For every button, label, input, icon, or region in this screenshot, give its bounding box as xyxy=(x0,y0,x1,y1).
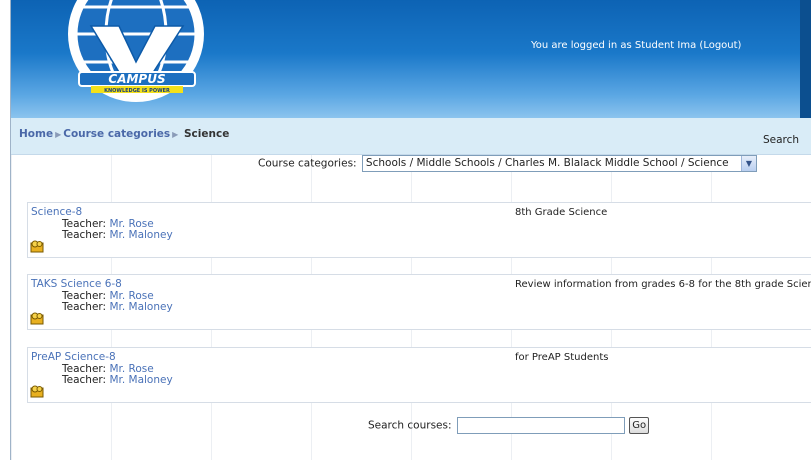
category-select[interactable]: Schools / Middle Schools / Charles M. Bl… xyxy=(361,155,757,172)
course-search-form: Search courses: Go xyxy=(368,417,650,434)
campus-logo[interactable]: CAMPUS KNOWLEDGE IS POWER xyxy=(61,0,211,110)
logout-link[interactable]: (Logout) xyxy=(699,40,741,51)
breadcrumb-home[interactable]: Home xyxy=(19,128,53,140)
course-name-link[interactable]: PreAP Science-8 xyxy=(31,351,116,363)
course-search-input[interactable] xyxy=(456,417,625,434)
login-info: You are logged in as Student Ima (Logout… xyxy=(531,40,741,51)
course-name-link[interactable]: TAKS Science 6-8 xyxy=(31,278,122,290)
breadcrumb-current: Science xyxy=(183,128,230,140)
breadcrumb-separator-icon: ▶ xyxy=(172,130,179,139)
page-frame: CAMPUS KNOWLEDGE IS POWER You are logged… xyxy=(10,0,811,460)
search-forums-label: Search xyxy=(763,134,800,146)
teacher-link[interactable]: Mr. Maloney xyxy=(109,374,172,386)
logo-tagline: KNOWLEDGE IS POWER xyxy=(104,88,170,94)
breadcrumb-course-categories[interactable]: Course categories xyxy=(63,128,170,140)
chevron-down-icon[interactable]: ▼ xyxy=(740,156,756,171)
course-name-link[interactable]: Science-8 xyxy=(31,206,82,218)
login-prefix: You are logged in as xyxy=(531,40,635,51)
course-summary: 8th Grade Science xyxy=(515,207,608,218)
category-selector-row: Course categories: Schools / Middle Scho… xyxy=(258,155,757,172)
course-teacher: Teacher: Mr. Maloney xyxy=(62,374,173,386)
breadcrumb-separator-icon: ▶ xyxy=(55,130,62,139)
category-selector-label: Course categories: xyxy=(258,157,357,170)
course-search-label: Search courses: xyxy=(368,419,452,432)
user-profile-link[interactable]: Student Ima xyxy=(635,40,696,51)
teacher-link[interactable]: Mr. Maloney xyxy=(109,229,172,241)
course-summary: for PreAP Students xyxy=(515,352,609,363)
teacher-label: Teacher: xyxy=(62,229,107,241)
category-select-value: Schools / Middle Schools / Charles M. Bl… xyxy=(365,157,729,169)
guest-access-icon[interactable] xyxy=(30,311,44,325)
teacher-label: Teacher: xyxy=(62,374,107,386)
go-button[interactable]: Go xyxy=(629,417,650,434)
course-box: TAKS Science 6-8 Teacher: Mr. Rose Teach… xyxy=(27,274,811,330)
course-summary: Review information from grades 6-8 for t… xyxy=(515,279,811,290)
logo-text: CAMPUS xyxy=(108,72,165,86)
teacher-link[interactable]: Mr. Maloney xyxy=(109,301,172,313)
teacher-label: Teacher: xyxy=(62,301,107,313)
breadcrumb: Home ▶ Course categories ▶ Science xyxy=(19,128,229,140)
course-teacher: Teacher: Mr. Maloney xyxy=(62,301,173,313)
guest-access-icon[interactable] xyxy=(30,239,44,253)
course-box: PreAP Science-8 Teacher: Mr. Rose Teache… xyxy=(27,347,811,403)
site-header: CAMPUS KNOWLEDGE IS POWER You are logged… xyxy=(11,0,811,118)
guest-access-icon[interactable] xyxy=(30,384,44,398)
navigation-bar: Home ▶ Course categories ▶ Science Search xyxy=(11,118,811,155)
course-teacher: Teacher: Mr. Maloney xyxy=(62,229,173,241)
header-right-strip xyxy=(800,0,811,118)
course-box: Science-8 Teacher: Mr. Rose Teacher: Mr.… xyxy=(27,202,811,258)
